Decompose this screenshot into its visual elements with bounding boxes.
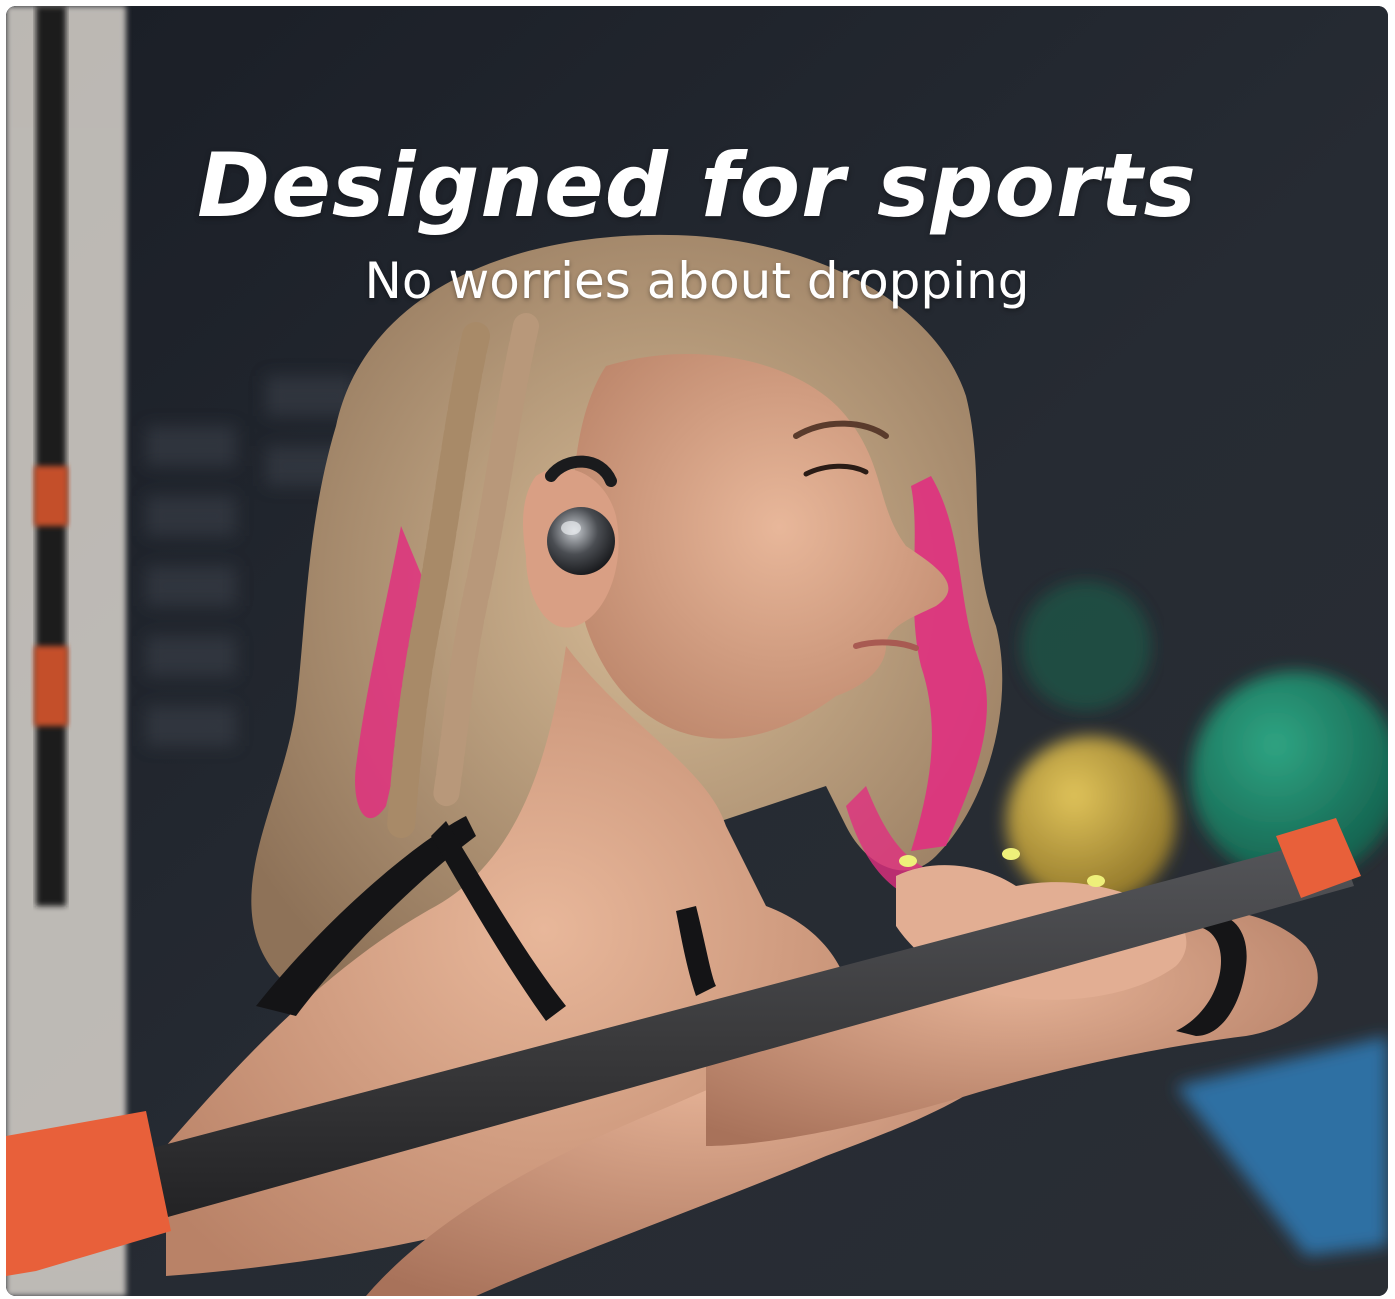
product-banner: Designed for sports No worries about dro… [6,6,1388,1296]
subheadline: No worries about dropping [364,252,1030,310]
headline: Designed for sports [197,134,1197,237]
